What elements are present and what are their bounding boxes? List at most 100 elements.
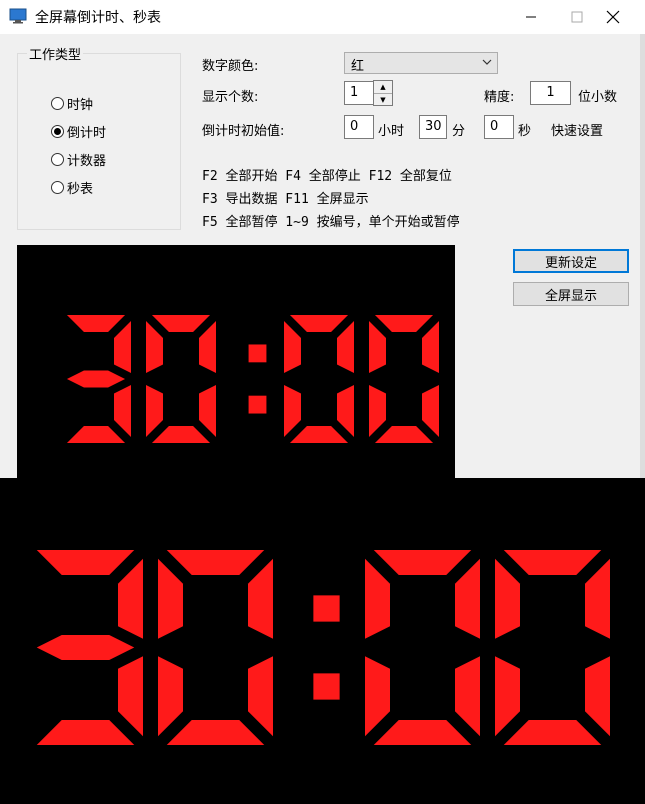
radio-countdown[interactable]: 倒计时 xyxy=(51,122,106,141)
digit-segment xyxy=(118,656,143,737)
close-button[interactable] xyxy=(590,0,636,34)
hours-input[interactable]: 0 xyxy=(344,115,374,139)
digit-segment xyxy=(146,320,163,374)
chevron-down-icon xyxy=(482,59,492,65)
minimize-icon xyxy=(526,16,536,18)
digit-segment xyxy=(36,550,135,575)
digit-segment xyxy=(503,550,602,575)
preview-digits xyxy=(66,315,439,443)
preview-display xyxy=(17,245,455,478)
digit-segment xyxy=(289,426,349,443)
count-spinner[interactable]: ▲ ▼ xyxy=(373,80,393,106)
colon-dot xyxy=(313,673,340,700)
init-label: 倒计时初始值: xyxy=(202,124,285,139)
digit-segment xyxy=(118,558,143,639)
spin-down-icon[interactable]: ▼ xyxy=(374,94,392,106)
digit-segment xyxy=(495,656,520,737)
digit-segment xyxy=(36,720,135,745)
update-settings-button[interactable]: 更新设定 xyxy=(513,249,629,273)
color-label: 数字颜色: xyxy=(202,59,259,74)
radio-clock[interactable]: 时钟 xyxy=(51,94,93,113)
work-type-group xyxy=(17,53,181,230)
digit-segment xyxy=(158,656,183,737)
radio-counter[interactable]: 计数器 xyxy=(51,150,106,169)
radio-dot[interactable] xyxy=(51,97,64,110)
digit-segment xyxy=(284,320,301,374)
digit-segment xyxy=(248,558,273,639)
digit-segment xyxy=(146,384,163,438)
quick-set-link[interactable]: 快速设置 xyxy=(551,120,603,139)
maximize-icon xyxy=(571,11,583,23)
colon-dot xyxy=(248,344,267,363)
digit-segment xyxy=(114,384,131,438)
digit-segment xyxy=(373,550,472,575)
fullscreen-display xyxy=(0,478,645,800)
count-input[interactable]: 1 xyxy=(344,81,374,105)
seconds-unit: 秒 xyxy=(518,124,532,139)
digit-segment xyxy=(166,550,265,575)
color-value: 红 xyxy=(351,59,365,74)
precision-unit: 位小数 xyxy=(578,90,618,105)
digit-segment xyxy=(337,384,354,438)
hotkey-hint: F3 导出数据 F11 全屏显示 xyxy=(202,192,369,207)
hours-unit: 小时 xyxy=(378,124,405,139)
digit-segment xyxy=(166,720,265,745)
digit-segment xyxy=(503,720,602,745)
digit-segment xyxy=(66,315,126,332)
hotkey-hint: F5 全部暂停 1~9 按编号，单个开始或暂停 xyxy=(202,215,460,230)
digit-segment xyxy=(422,384,439,438)
minimize-button[interactable] xyxy=(508,0,554,34)
minutes-input[interactable]: 30 xyxy=(419,115,447,139)
spin-up-icon[interactable]: ▲ xyxy=(374,81,392,94)
digit-segment xyxy=(151,426,211,443)
digit-segment xyxy=(151,315,211,332)
count-label: 显示个数: xyxy=(202,90,259,105)
fullscreen-digits xyxy=(36,550,610,745)
radio-label: 时钟 xyxy=(67,98,94,113)
digit-segment xyxy=(455,656,480,737)
radio-label: 倒计时 xyxy=(67,126,107,141)
digit-segment xyxy=(455,558,480,639)
window-title: 全屏幕倒计时、秒表 xyxy=(35,10,161,26)
radio-label: 秒表 xyxy=(67,182,94,197)
seconds-input[interactable]: 0 xyxy=(484,115,514,139)
digit-segment xyxy=(248,656,273,737)
digit-segment xyxy=(369,320,386,374)
minutes-unit: 分 xyxy=(452,124,466,139)
app-icon xyxy=(9,8,27,24)
digit-segment xyxy=(199,384,216,438)
digit-segment xyxy=(585,558,610,639)
color-select[interactable]: 红 xyxy=(344,52,498,74)
digit-segment xyxy=(365,558,390,639)
digit-segment xyxy=(289,315,349,332)
window-edge xyxy=(640,34,645,478)
radio-label: 计数器 xyxy=(67,154,107,169)
hotkey-hint: F2 全部开始 F4 全部停止 F12 全部复位 xyxy=(202,169,452,184)
radio-dot[interactable] xyxy=(51,153,64,166)
digit-segment xyxy=(36,635,135,660)
digit-segment xyxy=(114,320,131,374)
colon-dot xyxy=(248,395,267,414)
digit-segment xyxy=(66,370,126,388)
digit-segment xyxy=(199,320,216,374)
digit-segment xyxy=(495,558,520,639)
work-type-title: 工作类型 xyxy=(27,44,84,63)
digit-segment xyxy=(422,320,439,374)
digit-segment xyxy=(369,384,386,438)
colon-dot xyxy=(313,595,340,622)
precision-input[interactable]: 1 xyxy=(530,81,571,105)
digit-segment xyxy=(374,315,434,332)
fullscreen-button[interactable]: 全屏显示 xyxy=(513,282,629,306)
precision-label: 精度: xyxy=(484,90,515,105)
digit-segment xyxy=(365,656,390,737)
digit-segment xyxy=(374,426,434,443)
digit-segment xyxy=(66,426,126,443)
title-bar[interactable]: 全屏幕倒计时、秒表 xyxy=(0,0,645,34)
digit-segment xyxy=(158,558,183,639)
digit-segment xyxy=(337,320,354,374)
radio-dot[interactable] xyxy=(51,181,64,194)
radio-stopwatch[interactable]: 秒表 xyxy=(51,178,93,197)
radio-dot-selected[interactable] xyxy=(51,125,64,138)
digit-segment xyxy=(373,720,472,745)
digit-segment xyxy=(585,656,610,737)
